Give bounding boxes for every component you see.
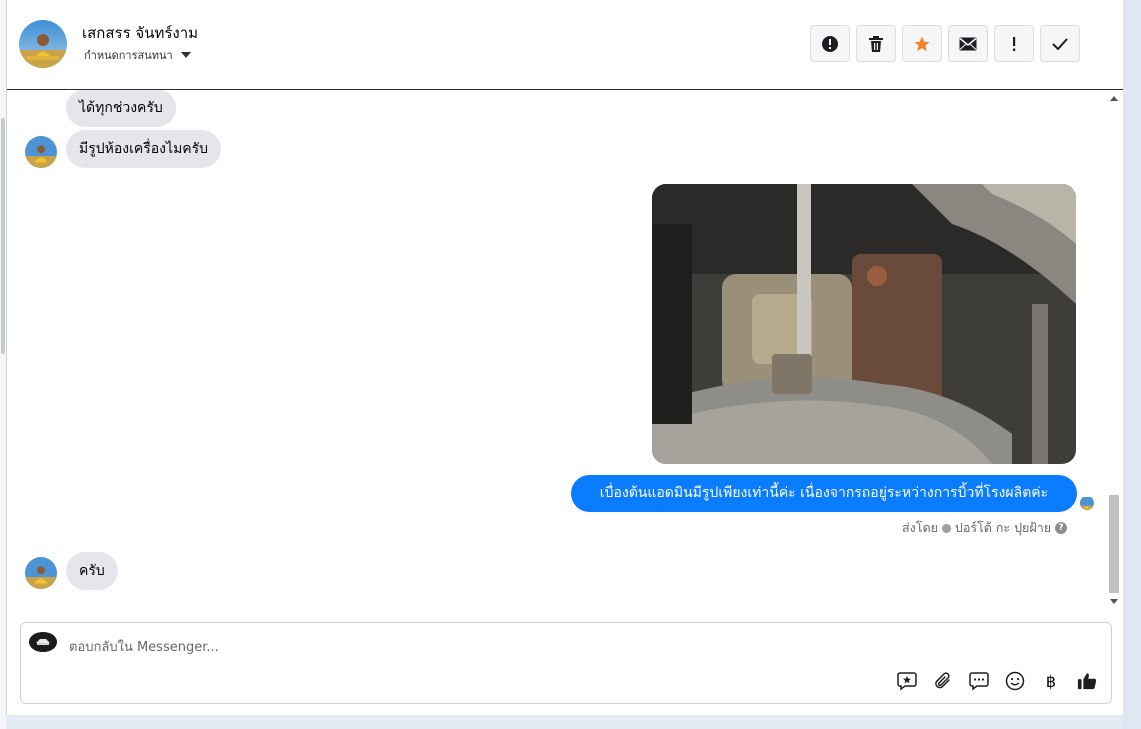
sticker-button[interactable] xyxy=(897,670,917,692)
left-scroll-thumb[interactable] xyxy=(1,118,5,354)
star-icon xyxy=(914,36,930,51)
sender-avatar[interactable] xyxy=(25,557,57,589)
follow-up-button[interactable] xyxy=(994,25,1034,62)
delete-button[interactable] xyxy=(856,25,896,62)
contact-name[interactable]: เสกสรร จันทร์งาม xyxy=(82,21,198,45)
done-button[interactable] xyxy=(1040,25,1080,62)
emoji-button[interactable] xyxy=(1005,670,1025,692)
sent-by-name: ปอร์โต้ กะ ปุยฝ้าย xyxy=(954,520,1052,535)
conversation-label-text: กำหนดการสนทนา xyxy=(84,49,173,62)
saved-reply-icon xyxy=(969,672,989,691)
caret-down-icon xyxy=(180,52,191,58)
like-button[interactable] xyxy=(1077,670,1097,692)
incoming-message: มีรูปห้องเครื่องไมครับ xyxy=(66,130,222,168)
payment-button[interactable]: ฿ xyxy=(1041,670,1061,692)
sent-by-prefix: ส่งโดย xyxy=(902,520,938,535)
sent-by-info: ส่งโดย ปอร์โต้ กะ ปุยฝ้าย ? xyxy=(902,518,1068,538)
message-thread: ได้ทุกช่วงครับ มีรูปห้องเครื่องไมครับ เบ… xyxy=(7,90,1107,610)
trash-icon xyxy=(869,35,883,52)
seen-indicator-avatar xyxy=(1080,496,1094,510)
mark-unread-button[interactable] xyxy=(948,25,988,62)
composer-tools: ฿ xyxy=(897,670,1097,692)
contact-avatar[interactable] xyxy=(19,20,67,68)
paperclip-icon xyxy=(935,672,950,689)
attach-button[interactable] xyxy=(933,670,953,692)
page-badge-icon xyxy=(941,523,951,533)
star-button[interactable] xyxy=(902,25,942,62)
right-edge-strip xyxy=(1122,0,1141,729)
thumbs-up-icon xyxy=(1077,673,1097,690)
thread-scrollbar[interactable] xyxy=(1107,90,1121,610)
spam-button[interactable] xyxy=(810,25,850,62)
conversation-panel: เสกสรร จันทร์งาม กำหนดการสนทนา ได้ทุกช่ว… xyxy=(6,0,1123,715)
exclamation-circle-icon xyxy=(822,35,838,52)
scroll-thumb[interactable] xyxy=(1109,495,1119,593)
emoji-icon xyxy=(1005,671,1025,691)
header-toolbar xyxy=(810,25,1080,62)
saved-replies-button[interactable] xyxy=(969,670,989,692)
sender-avatar[interactable] xyxy=(25,136,57,168)
incoming-message: ครับ xyxy=(66,552,118,590)
scroll-down-arrow-icon[interactable] xyxy=(1110,599,1118,604)
check-icon xyxy=(1052,37,1068,50)
reply-composer: ฿ xyxy=(20,622,1112,704)
reply-input[interactable] xyxy=(67,635,871,659)
exclamation-icon xyxy=(1013,36,1016,51)
engine-photo-attachment[interactable] xyxy=(652,184,1076,464)
sticker-icon xyxy=(897,672,917,691)
incoming-message: ได้ทุกช่วงครับ xyxy=(66,90,176,127)
scroll-up-arrow-icon[interactable] xyxy=(1110,96,1118,101)
baht-icon: ฿ xyxy=(1045,671,1057,691)
conversation-header: เสกสรร จันทร์งาม กำหนดการสนทนา xyxy=(7,0,1123,90)
help-icon[interactable]: ? xyxy=(1055,522,1068,534)
conversation-label-dropdown[interactable]: กำหนดการสนทนา xyxy=(84,46,191,64)
page-avatar xyxy=(29,632,57,652)
outgoing-message: เบื่องต้นแอดมินมีรูปเพียงเท่านี้ค่ะ เนื่… xyxy=(571,475,1077,512)
envelope-icon xyxy=(959,37,977,50)
